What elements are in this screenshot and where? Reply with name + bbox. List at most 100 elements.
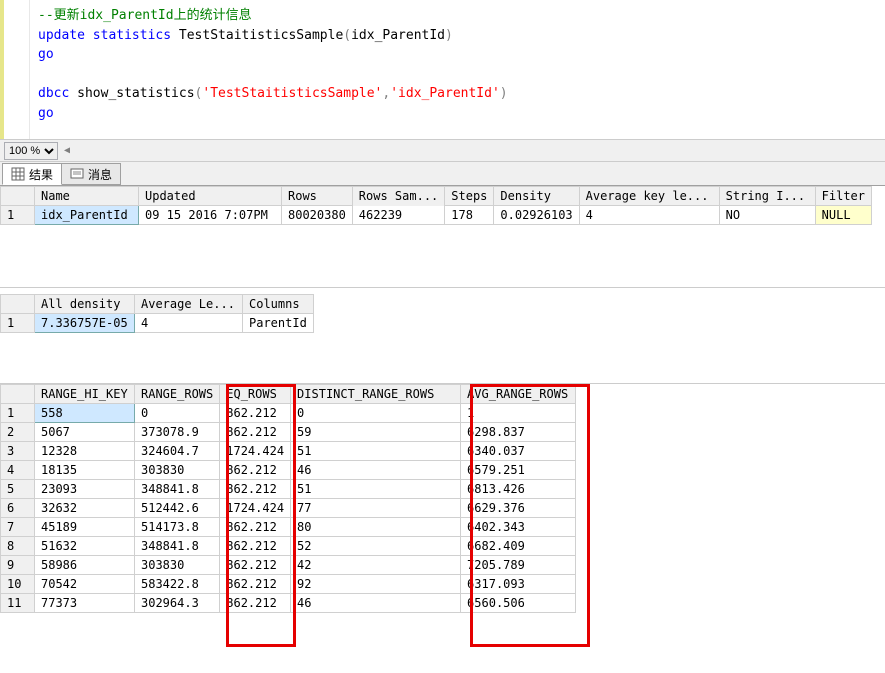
cell[interactable]: 302964.3 [135, 594, 220, 613]
cell[interactable]: 6298.837 [461, 423, 576, 442]
cell[interactable]: 70542 [35, 575, 135, 594]
table-row[interactable]: 1 7.336757E-05 4 ParentId [1, 314, 314, 333]
col-range-hi-key[interactable]: RANGE_HI_KEY [35, 385, 135, 404]
cell[interactable]: 303830 [135, 556, 220, 575]
cell[interactable]: 558 [35, 404, 135, 423]
cell-rows[interactable]: 80020380 [282, 206, 353, 225]
cell[interactable]: 862.212 [220, 575, 291, 594]
cell[interactable]: 348841.8 [135, 537, 220, 556]
col-distinct-range-rows[interactable]: DISTINCT_RANGE_ROWS [291, 385, 461, 404]
col-avg-length[interactable]: Average Le... [135, 295, 243, 314]
nav-left-icon[interactable]: ◀ [64, 145, 70, 156]
cell[interactable]: 6340.037 [461, 442, 576, 461]
table-row[interactable]: 745189514173.8862.212806402.343 [1, 518, 576, 537]
editor-code[interactable]: --更新idx_ParentId上的统计信息 update statistics… [30, 0, 885, 139]
cell-updated[interactable]: 09 15 2016 7:07PM [139, 206, 282, 225]
table-row[interactable]: 1 idx_ParentId 09 15 2016 7:07PM 8002038… [1, 206, 872, 225]
col-all-density[interactable]: All density [35, 295, 135, 314]
cell-rows-sampled[interactable]: 462239 [352, 206, 444, 225]
cell-filter[interactable]: NULL [815, 206, 871, 225]
cell[interactable]: 52 [291, 537, 461, 556]
col-density[interactable]: Density [494, 187, 579, 206]
cell-avg-length[interactable]: 4 [135, 314, 243, 333]
cell-name[interactable]: idx_ParentId [35, 206, 139, 225]
tab-results[interactable]: 结果 [2, 163, 62, 185]
table-row[interactable]: 958986303830862.212427205.789 [1, 556, 576, 575]
table-row[interactable]: 25067373078.9862.212596298.837 [1, 423, 576, 442]
sql-editor[interactable]: --更新idx_ParentId上的统计信息 update statistics… [0, 0, 885, 140]
cell-density[interactable]: 0.02926103 [494, 206, 579, 225]
zoom-select[interactable]: 100 % [4, 142, 58, 160]
cell[interactable]: 59 [291, 423, 461, 442]
col-rows-sampled[interactable]: Rows Sam... [352, 187, 444, 206]
cell[interactable]: 51 [291, 480, 461, 499]
cell[interactable]: 6579.251 [461, 461, 576, 480]
cell[interactable]: 23093 [35, 480, 135, 499]
cell[interactable]: 512442.6 [135, 499, 220, 518]
tab-messages[interactable]: 消息 [61, 163, 121, 185]
cell[interactable]: 92 [291, 575, 461, 594]
cell[interactable]: 1 [461, 404, 576, 423]
table-row[interactable]: 523093348841.8862.212516813.426 [1, 480, 576, 499]
cell[interactable]: 12328 [35, 442, 135, 461]
cell-columns[interactable]: ParentId [243, 314, 314, 333]
table-row[interactable]: 15580862.21201 [1, 404, 576, 423]
cell[interactable]: 7205.789 [461, 556, 576, 575]
cell[interactable]: 583422.8 [135, 575, 220, 594]
cell[interactable]: 6402.343 [461, 518, 576, 537]
cell[interactable]: 324604.7 [135, 442, 220, 461]
cell[interactable]: 32632 [35, 499, 135, 518]
cell[interactable]: 862.212 [220, 480, 291, 499]
cell[interactable]: 1724.424 [220, 442, 291, 461]
cell[interactable]: 373078.9 [135, 423, 220, 442]
cell[interactable]: 862.212 [220, 461, 291, 480]
cell[interactable]: 1724.424 [220, 499, 291, 518]
col-range-rows[interactable]: RANGE_ROWS [135, 385, 220, 404]
cell[interactable]: 862.212 [220, 518, 291, 537]
cell[interactable]: 46 [291, 461, 461, 480]
cell-all-density[interactable]: 7.336757E-05 [35, 314, 135, 333]
cell[interactable]: 0 [135, 404, 220, 423]
col-rows[interactable]: Rows [282, 187, 353, 206]
cell[interactable]: 862.212 [220, 423, 291, 442]
col-filter[interactable]: Filter [815, 187, 871, 206]
cell[interactable]: 862.212 [220, 594, 291, 613]
cell[interactable]: 862.212 [220, 537, 291, 556]
cell[interactable]: 5067 [35, 423, 135, 442]
table-row[interactable]: 418135303830862.212466579.251 [1, 461, 576, 480]
cell[interactable]: 0 [291, 404, 461, 423]
stats-header-grid[interactable]: Name Updated Rows Rows Sam... Steps Dens… [0, 186, 885, 288]
cell[interactable]: 862.212 [220, 404, 291, 423]
col-updated[interactable]: Updated [139, 187, 282, 206]
cell[interactable]: 46 [291, 594, 461, 613]
histogram-grid[interactable]: RANGE_HI_KEY RANGE_ROWS EQ_ROWS DISTINCT… [0, 384, 885, 659]
col-name[interactable]: Name [35, 187, 139, 206]
table-row[interactable]: 1177373302964.3862.212466560.506 [1, 594, 576, 613]
cell-steps[interactable]: 178 [445, 206, 494, 225]
table-row[interactable]: 851632348841.8862.212526682.409 [1, 537, 576, 556]
cell[interactable]: 6317.093 [461, 575, 576, 594]
cell[interactable]: 51 [291, 442, 461, 461]
table-row[interactable]: 1070542583422.8862.212926317.093 [1, 575, 576, 594]
cell[interactable]: 348841.8 [135, 480, 220, 499]
cell[interactable]: 77 [291, 499, 461, 518]
col-avg-range-rows[interactable]: AVG_RANGE_ROWS [461, 385, 576, 404]
table-row[interactable]: 312328324604.71724.424516340.037 [1, 442, 576, 461]
table-row[interactable]: 632632512442.61724.424776629.376 [1, 499, 576, 518]
col-steps[interactable]: Steps [445, 187, 494, 206]
cell[interactable]: 303830 [135, 461, 220, 480]
cell-string-index[interactable]: NO [719, 206, 815, 225]
density-grid[interactable]: All density Average Le... Columns 1 7.33… [0, 294, 885, 384]
cell[interactable]: 80 [291, 518, 461, 537]
cell[interactable]: 51632 [35, 537, 135, 556]
cell[interactable]: 6629.376 [461, 499, 576, 518]
col-avg-key-len[interactable]: Average key le... [579, 187, 719, 206]
col-eq-rows[interactable]: EQ_ROWS [220, 385, 291, 404]
cell[interactable]: 862.212 [220, 556, 291, 575]
cell[interactable]: 45189 [35, 518, 135, 537]
cell[interactable]: 77373 [35, 594, 135, 613]
cell[interactable]: 6682.409 [461, 537, 576, 556]
col-columns[interactable]: Columns [243, 295, 314, 314]
cell[interactable]: 58986 [35, 556, 135, 575]
cell[interactable]: 514173.8 [135, 518, 220, 537]
